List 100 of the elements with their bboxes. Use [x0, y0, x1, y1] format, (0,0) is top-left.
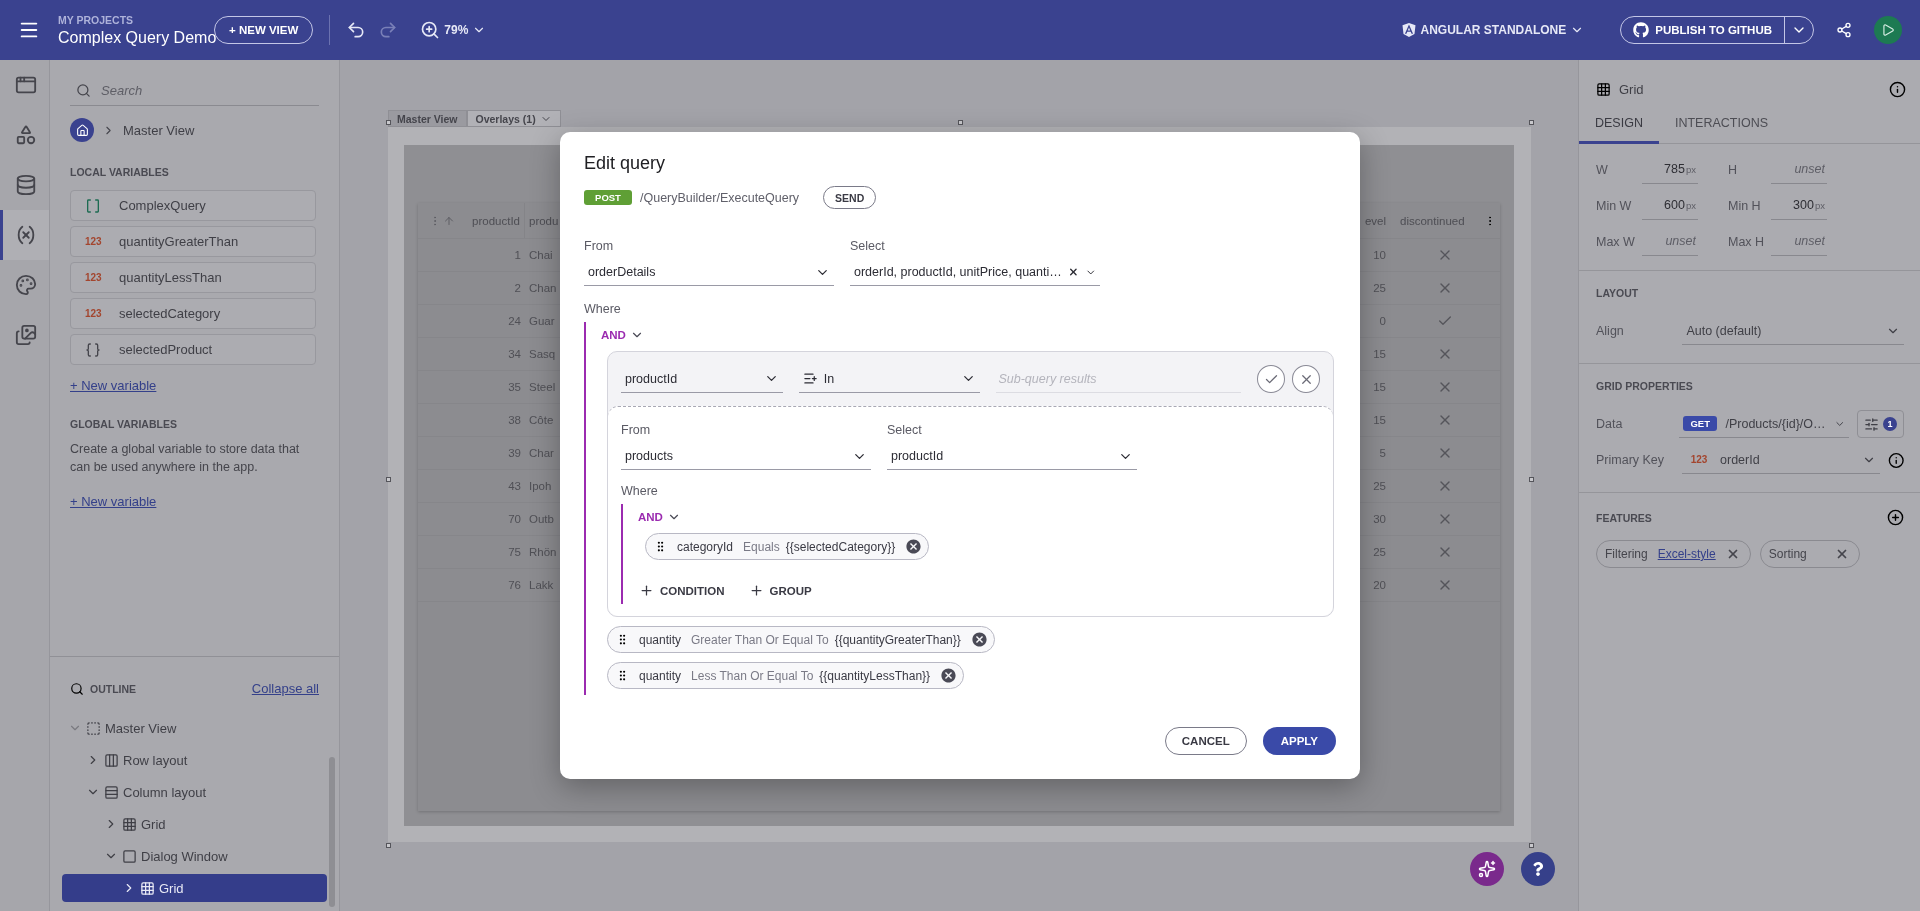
- table-cell-text: 75: [507, 546, 522, 558]
- size-field[interactable]: 785: [1644, 162, 1685, 176]
- redo-icon[interactable]: [378, 20, 399, 40]
- primary-key-select[interactable]: 123 orderId: [1682, 446, 1880, 474]
- variable-item[interactable]: 123 quantityLessThan: [70, 262, 316, 293]
- field-select[interactable]: productId: [621, 365, 783, 393]
- select-field[interactable]: productId: [887, 443, 1137, 470]
- run-button[interactable]: [1874, 16, 1902, 44]
- scrollbar[interactable]: [329, 757, 335, 907]
- grid-icon: [122, 816, 137, 832]
- tree-item[interactable]: Column layout: [62, 778, 327, 806]
- field-label: Max W: [1596, 235, 1636, 249]
- variable-item[interactable]: 123 selectedCategory: [70, 298, 316, 329]
- info-icon[interactable]: [1887, 451, 1904, 469]
- table-cell-text: Guar: [528, 315, 556, 327]
- breadcrumb-item[interactable]: Master View: [123, 122, 195, 138]
- table-cell-text: 0: [1378, 315, 1387, 327]
- table-cell-text: Ipoh: [528, 480, 553, 492]
- tree-item[interactable]: Grid: [62, 874, 327, 902]
- add-condition-button[interactable]: CONDITION: [639, 583, 725, 598]
- logic-operator-button[interactable]: AND: [638, 510, 681, 524]
- rows-icon: [104, 784, 119, 800]
- from-select[interactable]: orderDetails: [584, 259, 834, 286]
- tree-item[interactable]: Row layout: [62, 746, 327, 774]
- sparkles-icon: [1478, 860, 1496, 878]
- size-field[interactable]: unset: [1773, 234, 1825, 248]
- tab[interactable]: INTERACTIONS: [1658, 104, 1784, 144]
- resize-handle[interactable]: [1529, 477, 1534, 482]
- palette-icon: [15, 274, 37, 296]
- new-variable-link[interactable]: + New variable: [70, 494, 157, 509]
- resize-handle[interactable]: [386, 120, 391, 125]
- cat-logo-icon: [1633, 22, 1650, 38]
- list-plus-icon: [802, 371, 818, 386]
- variable-item[interactable]: 123 quantityGreaterThan: [70, 226, 316, 257]
- resize-handle[interactable]: [958, 120, 963, 125]
- framework-menu[interactable]: ANGULAR STANDALONE: [1400, 22, 1585, 38]
- feature-option-link[interactable]: Excel-style: [1657, 547, 1716, 561]
- resize-handle[interactable]: [386, 843, 391, 848]
- tab[interactable]: DESIGN: [1579, 104, 1659, 144]
- remove-icon[interactable]: [940, 667, 958, 684]
- close-button[interactable]: [1292, 365, 1320, 393]
- tree-item[interactable]: Master View: [62, 714, 327, 742]
- variable-item[interactable]: selectedProduct: [70, 334, 316, 365]
- tree-item[interactable]: Grid: [62, 810, 327, 838]
- table-cell-text: 15: [1372, 414, 1387, 426]
- breadcrumb-tab[interactable]: Overlays (1): [466, 110, 561, 127]
- variable-item[interactable]: ComplexQuery: [70, 190, 316, 221]
- align-select[interactable]: Auto (default): [1682, 317, 1904, 345]
- table-cell-text: Rhön: [528, 546, 558, 558]
- confirm-button[interactable]: [1257, 365, 1286, 393]
- remove-icon[interactable]: [905, 538, 923, 555]
- operator-select[interactable]: In: [798, 365, 981, 393]
- resize-handle[interactable]: [386, 477, 391, 482]
- logic-operator-button[interactable]: AND: [601, 328, 644, 342]
- size-field[interactable]: 600: [1644, 198, 1685, 212]
- search-icon: [76, 83, 91, 98]
- help-icon: [1531, 862, 1545, 876]
- size-field[interactable]: unset: [1773, 162, 1825, 176]
- column-header: productId: [455, 203, 525, 238]
- info-icon[interactable]: [1889, 80, 1906, 98]
- database-icon: [15, 174, 37, 196]
- condition-chip[interactable]: categoryId Equals {{selectedCategory}}: [645, 533, 930, 560]
- cancel-button[interactable]: CANCEL: [1164, 727, 1247, 755]
- from-select[interactable]: products: [621, 443, 871, 470]
- section-title: LAYOUT: [1596, 287, 1639, 299]
- zoom-menu[interactable]: 79%: [420, 20, 487, 40]
- select-field[interactable]: orderId, productId, unitPrice, quanti…: [850, 259, 1100, 286]
- apply-button[interactable]: APPLY: [1262, 727, 1336, 755]
- table-cell-text: Chai: [528, 249, 554, 261]
- add-group-button[interactable]: GROUP: [748, 583, 812, 598]
- table-cell-text: 35: [507, 381, 522, 393]
- tree-item[interactable]: Dialog Window: [62, 842, 327, 870]
- share-icon[interactable]: [1836, 22, 1852, 38]
- home-button[interactable]: [70, 118, 94, 142]
- field-label: Align: [1596, 324, 1625, 338]
- ai-assistant-button[interactable]: [1470, 852, 1504, 886]
- project-title: Complex Query Demo: [58, 28, 214, 47]
- resize-handle[interactable]: [1529, 843, 1534, 848]
- resize-handle[interactable]: [1529, 120, 1534, 125]
- columns-icon: [104, 752, 119, 768]
- method-badge: POST: [584, 190, 632, 205]
- remove-icon[interactable]: [970, 631, 988, 648]
- size-field[interactable]: 300: [1773, 198, 1814, 212]
- table-cell-text: 30: [1372, 513, 1387, 525]
- send-button[interactable]: SEND: [823, 186, 877, 209]
- add-icon[interactable]: [1887, 509, 1904, 526]
- table-cell-text: Côte: [528, 414, 555, 426]
- search-field[interactable]: Search: [99, 82, 279, 99]
- size-field[interactable]: unset: [1644, 234, 1696, 248]
- help-button[interactable]: [1521, 852, 1555, 886]
- condition-chip[interactable]: quantity Less Than Or Equal To {{quantityLessThan}}: [607, 662, 965, 689]
- search-icon[interactable]: [70, 681, 84, 696]
- collapse-all-link[interactable]: Collapse all: [251, 681, 319, 696]
- data-source-select[interactable]: GET /Products/{id}/O…: [1679, 410, 1849, 438]
- value-field[interactable]: Sub-query results: [996, 365, 1242, 393]
- new-variable-link[interactable]: + New variable: [70, 378, 157, 393]
- variable-icon: [15, 224, 37, 246]
- condition-chip[interactable]: quantity Greater Than Or Equal To {{quantityGreaterThan}}: [607, 626, 995, 653]
- breadcrumb-tab[interactable]: Master View: [388, 110, 467, 127]
- parameters-button[interactable]: 1: [1857, 410, 1904, 438]
